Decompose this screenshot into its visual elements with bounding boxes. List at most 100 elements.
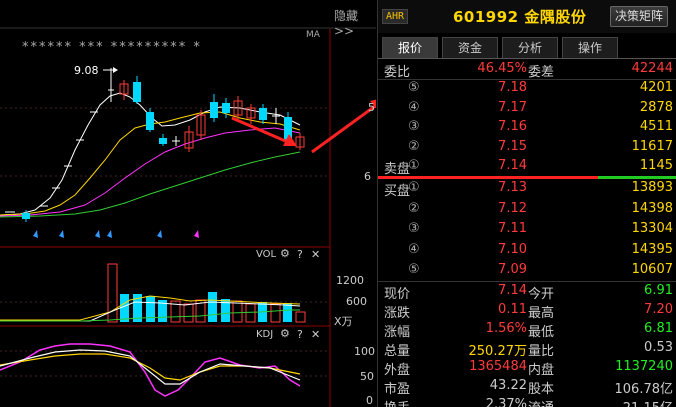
stat-row: 换手 2.37%流通 21.15亿 (378, 395, 676, 407)
asks-row[interactable]: ③ 7.16 4511 (378, 117, 676, 138)
stat-label: 换手 (384, 397, 410, 407)
help-icon[interactable]: ? (297, 248, 303, 261)
kdj-title: KDJ (256, 329, 274, 340)
bids-label: 买盘 (384, 184, 411, 199)
candle (222, 103, 230, 113)
asks-price: 7.16 (498, 119, 527, 134)
stat-row: 现价 7.14 今开 6.91 (378, 281, 676, 302)
asks-row[interactable]: ② 7.15 11617 (378, 137, 676, 158)
stat-value-2: 0.53 (644, 340, 673, 355)
high-price-label: 9.08 (74, 64, 99, 77)
stat-value: 1.56% (485, 321, 527, 336)
stat-value-2: 6.91 (644, 283, 673, 298)
tab-funds[interactable]: 资金 (442, 37, 498, 58)
gear-icon[interactable]: ⚙ (280, 247, 290, 260)
bids-price: 7.09 (498, 262, 527, 277)
committee-row: 委比 46.45% 委差 42244 (378, 59, 676, 80)
asks-price: 7.15 (498, 138, 527, 154)
stat-value: 2.37% (485, 397, 527, 407)
candle (159, 138, 167, 144)
candle (22, 213, 30, 219)
diff-value: 42244 (631, 61, 673, 76)
stat-row: 市盈 43.22 股本 106.78亿 (378, 376, 676, 397)
kdj-tick-50: 50 (360, 370, 374, 383)
signal-markers (33, 230, 199, 238)
stat-value-2: 21.15亿 (623, 397, 673, 407)
quote-header: AHR 601992 金隅股份 决策矩阵 (378, 0, 676, 33)
asks-row[interactable]: ⑤ 7.18 4201 (378, 78, 676, 99)
asks-volume: 1145 (639, 158, 673, 173)
asks-price: 7.18 (498, 80, 527, 95)
bids-volume: 13893 (631, 180, 673, 195)
hide-label: 隐藏 (334, 9, 359, 23)
asks-volume: 11617 (631, 138, 673, 154)
candlesticks (5, 68, 305, 222)
stat-value-2: 7.20 (644, 302, 673, 317)
asks-price: 7.14 (498, 158, 527, 173)
bids-price: 7.10 (498, 241, 527, 257)
candle (210, 102, 218, 118)
candle (133, 82, 141, 102)
axis-tick-5: 5 (368, 101, 375, 114)
stat-value-2: 6.81 (644, 321, 673, 336)
axis-tick-6: 6 (364, 170, 371, 183)
kdj-help-icon[interactable]: ? (297, 328, 303, 341)
vol-title: VOL (256, 249, 277, 260)
stat-value: 0.11 (498, 302, 527, 317)
bids-row[interactable]: ② 7.12 14398 (378, 199, 676, 220)
asks-volume: 4511 (639, 119, 673, 134)
bids-row[interactable]: ④ 7.10 14395 (378, 240, 676, 261)
bids-row[interactable]: ⑤ 7.09 10607 (378, 260, 676, 281)
kline-chart[interactable] (0, 0, 376, 407)
bids-price: 7.11 (498, 221, 527, 236)
stat-value-2: 1137240 (615, 359, 673, 374)
stat-row: 总量 250.27万 量比 0.53 (378, 338, 676, 359)
tab-analysis[interactable]: 分析 (502, 37, 558, 58)
asks-price: 7.17 (498, 99, 527, 115)
ma-line-magenta (0, 127, 301, 217)
hide-button[interactable]: 隐藏 >> (334, 7, 376, 38)
kline-chart-panel[interactable]: 隐藏 >> ****** *** ********* * MA 9.08 5 6… (0, 0, 376, 407)
stock-title: 601992 金隅股份 (453, 8, 587, 26)
bids-level: ③ (408, 221, 420, 236)
decision-matrix-button[interactable]: 决策矩阵 (610, 6, 668, 27)
bids-volume: 14398 (631, 200, 673, 216)
vol-unit: X万 (334, 315, 353, 328)
asks-level: ⑤ (408, 80, 420, 95)
expand-arrow-icon: >> (334, 24, 355, 38)
stat-value: 7.14 (498, 283, 527, 298)
tab-operation[interactable]: 操作 (562, 37, 618, 58)
stat-row: 涨幅 1.56% 最低 6.81 (378, 319, 676, 340)
indicator-stars: ****** *** ********* * (22, 40, 202, 55)
bids-price: 7.12 (498, 200, 527, 216)
stat-row: 外盘 1365484 内盘 1137240 (378, 357, 676, 378)
bids-level: ⑤ (408, 262, 420, 277)
bids-price: 7.13 (498, 180, 527, 195)
asks-volume: 2878 (639, 99, 673, 115)
close-icon[interactable]: ✕ (311, 248, 320, 261)
kdj-gear-icon[interactable]: ⚙ (280, 327, 290, 340)
bids-level: ② (408, 200, 420, 216)
ahr-badge[interactable]: AHR (382, 9, 409, 24)
asks-row[interactable]: 卖盘 ① 7.14 1145 (378, 156, 676, 177)
bids-row[interactable]: 买盘 ① 7.13 13893 (378, 178, 676, 199)
bids-level: ④ (408, 241, 420, 257)
asks-row[interactable]: ④ 7.17 2878 (378, 98, 676, 119)
kdj-line-k (0, 349, 301, 385)
candle (259, 108, 267, 120)
vol-tick-600: 600 (346, 295, 367, 308)
volume-bars (107, 263, 306, 323)
bids-row[interactable]: ③ 7.11 13304 (378, 219, 676, 240)
quote-panel: AHR 601992 金隅股份 决策矩阵 报价 资金 分析 操作 委比 46.4… (377, 0, 676, 407)
vol-tick-1200: 1200 (336, 274, 364, 287)
bids-volume: 10607 (631, 262, 673, 277)
kdj-close-icon[interactable]: ✕ (311, 328, 320, 341)
red-pointer-arrow-icon (311, 99, 376, 154)
asks-level: ③ (408, 119, 420, 134)
stat-label-2: 流通 (528, 397, 554, 407)
ma-label: MA (306, 30, 320, 40)
asks-level: ① (408, 158, 420, 173)
quote-tabs: 报价 资金 分析 操作 (382, 37, 676, 58)
stat-value: 1365484 (469, 359, 527, 374)
tab-quote[interactable]: 报价 (382, 37, 438, 58)
